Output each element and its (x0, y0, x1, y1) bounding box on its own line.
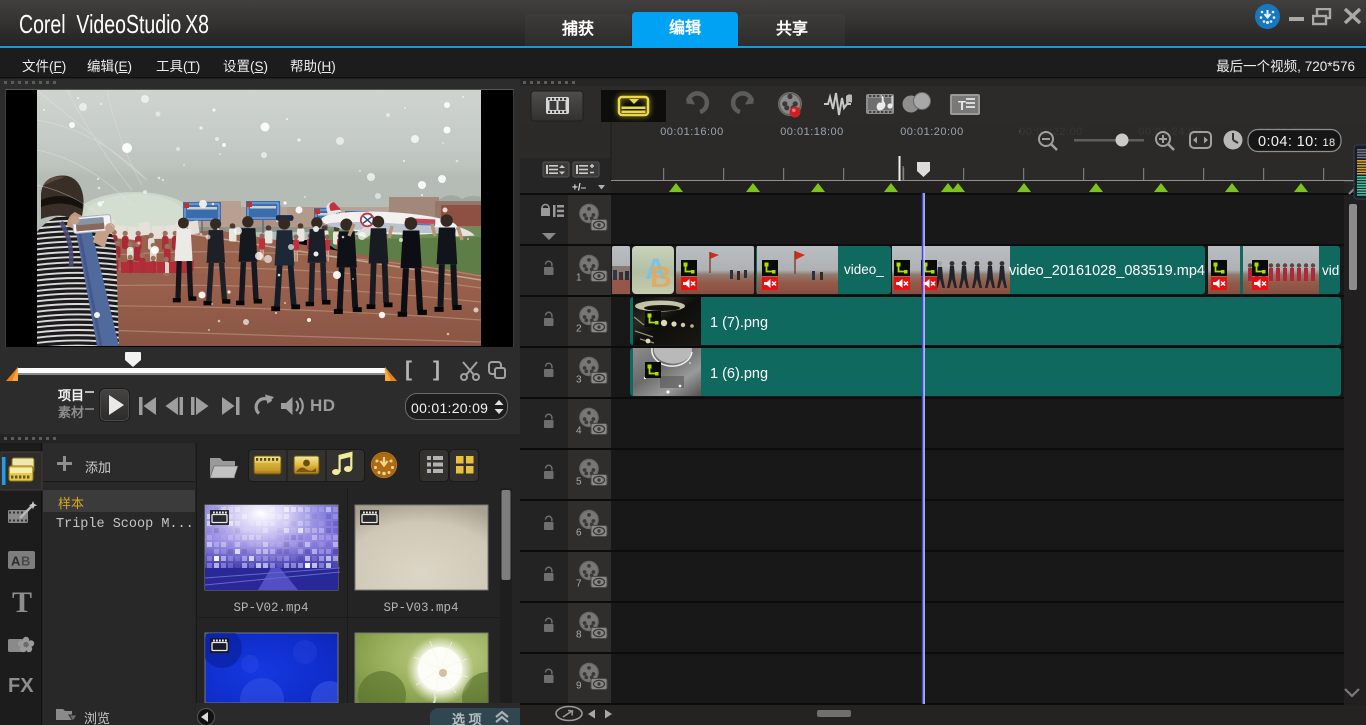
svg-text:2: 2 (576, 324, 582, 335)
svg-text:T: T (12, 586, 32, 619)
svg-text:00:01:18:00: 00:01:18:00 (780, 126, 844, 138)
svg-text:video_: video_ (844, 262, 884, 277)
svg-text:8: 8 (576, 630, 582, 641)
svg-text:video_20161028_083519.mp4: video_20161028_083519.mp4 (1009, 263, 1205, 279)
svg-text:+/–: +/– (572, 183, 587, 194)
svg-text:SP-V03.mp4: SP-V03.mp4 (383, 601, 458, 615)
svg-text:00:01:20:00: 00:01:20:00 (900, 126, 964, 138)
svg-text:4: 4 (576, 426, 582, 437)
svg-text:B: B (21, 554, 30, 569)
svg-text:1 (6).png: 1 (6).png (710, 366, 768, 382)
svg-text:SP-V02.mp4: SP-V02.mp4 (233, 601, 308, 615)
svg-text:vid: vid (1322, 263, 1339, 278)
svg-text:9: 9 (576, 681, 582, 692)
svg-text:3: 3 (576, 375, 582, 386)
svg-text:T: T (958, 98, 966, 113)
svg-text:FX: FX (8, 675, 34, 697)
svg-text:6: 6 (576, 528, 582, 539)
svg-text:1 (7).png: 1 (7).png (710, 315, 768, 331)
svg-text:5: 5 (576, 477, 582, 488)
svg-text:0:04: 10: 18: 0:04: 10: 18 (1258, 134, 1336, 150)
svg-text:1: 1 (576, 273, 582, 284)
svg-text:7: 7 (576, 579, 582, 590)
svg-text:00:01:16:00: 00:01:16:00 (660, 126, 724, 138)
svg-text:B: B (650, 261, 672, 294)
svg-text:A: A (11, 554, 21, 569)
